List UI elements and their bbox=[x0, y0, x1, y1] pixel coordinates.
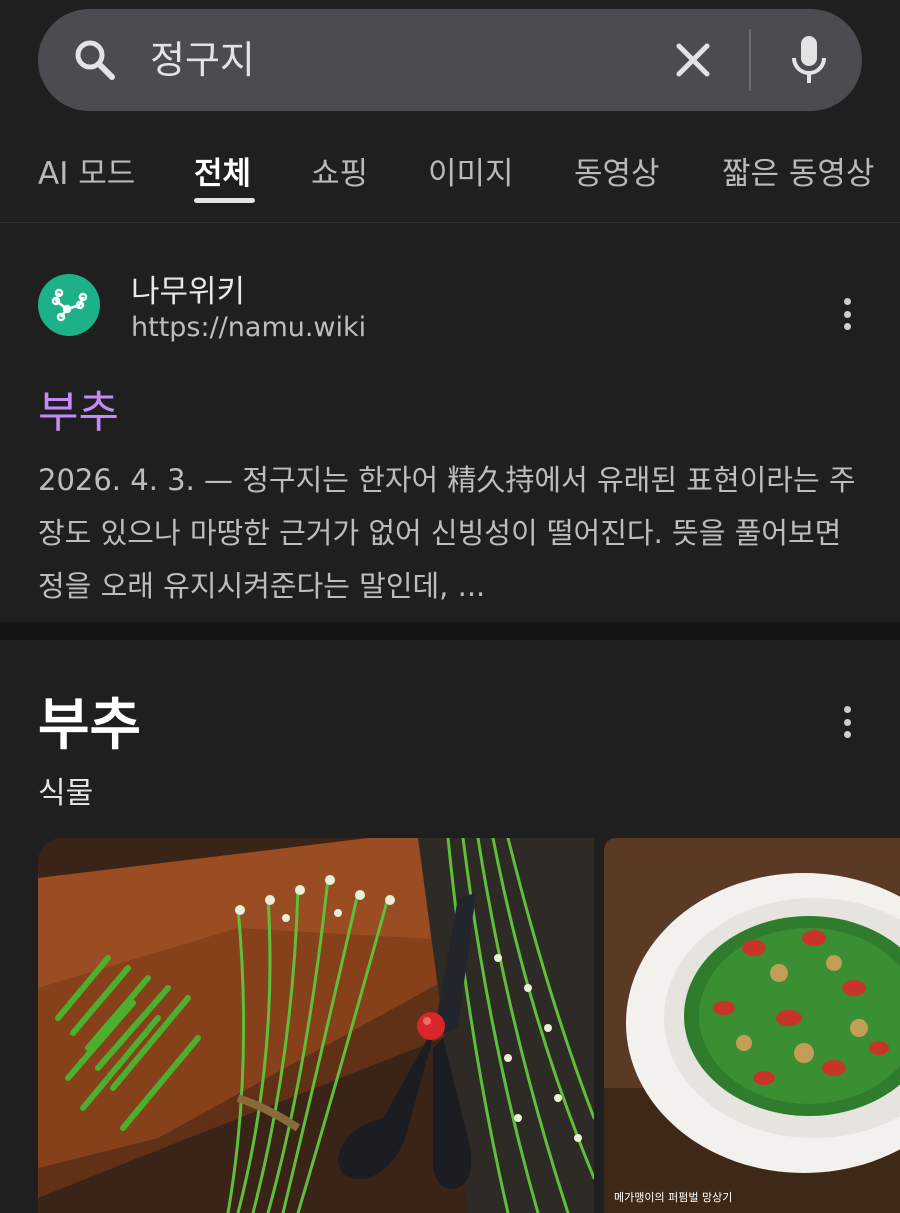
result-title-link[interactable]: 부추 bbox=[38, 376, 119, 440]
section-divider bbox=[0, 622, 900, 640]
more-options-icon[interactable] bbox=[832, 702, 862, 742]
chive-pancake-image[interactable]: 메가맹이의 퍼펌벌 망상기 bbox=[604, 838, 900, 1213]
mic-icon[interactable] bbox=[784, 33, 834, 87]
search-input[interactable]: 정구지 bbox=[150, 33, 255, 87]
top-bar: 정구지 AI 모드 전체 쇼핑 이미지 동영상 짧은 동영상 bbox=[0, 0, 900, 223]
site-favicon-icon[interactable] bbox=[38, 274, 100, 336]
chives-scissors-image[interactable] bbox=[38, 838, 594, 1213]
tab-shopping[interactable]: 쇼핑 bbox=[311, 148, 368, 193]
knowledge-panel: 부추 식물 메가맹이의 퍼펌벌 망상기 bbox=[0, 640, 900, 1213]
search-result: 나무위키 https://namu.wiki 부추 2026. 4. 3. — … bbox=[0, 224, 900, 622]
tab-videos[interactable]: 동영상 bbox=[574, 148, 660, 193]
site-name[interactable]: 나무위키 bbox=[131, 266, 245, 311]
tab-short-videos[interactable]: 짧은 동영상 bbox=[722, 148, 874, 193]
search-divider bbox=[749, 29, 751, 91]
tab-all[interactable]: 전체 bbox=[194, 148, 251, 193]
image-watermark-text: 메가맹이의 퍼펌벌 망상기 bbox=[614, 1191, 732, 1204]
tab-images[interactable]: 이미지 bbox=[428, 148, 514, 193]
search-tabs: AI 모드 전체 쇼핑 이미지 동영상 짧은 동영상 bbox=[0, 140, 900, 210]
site-url[interactable]: https://namu.wiki bbox=[131, 312, 366, 343]
more-options-icon[interactable] bbox=[832, 294, 862, 334]
close-icon[interactable] bbox=[668, 35, 718, 85]
search-bar[interactable]: 정구지 bbox=[38, 9, 862, 111]
result-snippet: 2026. 4. 3. — 정구지는 한자어 精久持에서 유래된 표현이라는 주… bbox=[38, 463, 856, 603]
active-tab-indicator bbox=[194, 198, 255, 203]
knowledge-panel-subtitle: 식물 bbox=[38, 776, 94, 811]
search-icon[interactable] bbox=[70, 35, 120, 85]
knowledge-panel-title: 부추 bbox=[38, 693, 142, 758]
tab-ai-mode[interactable]: AI 모드 bbox=[38, 148, 135, 193]
